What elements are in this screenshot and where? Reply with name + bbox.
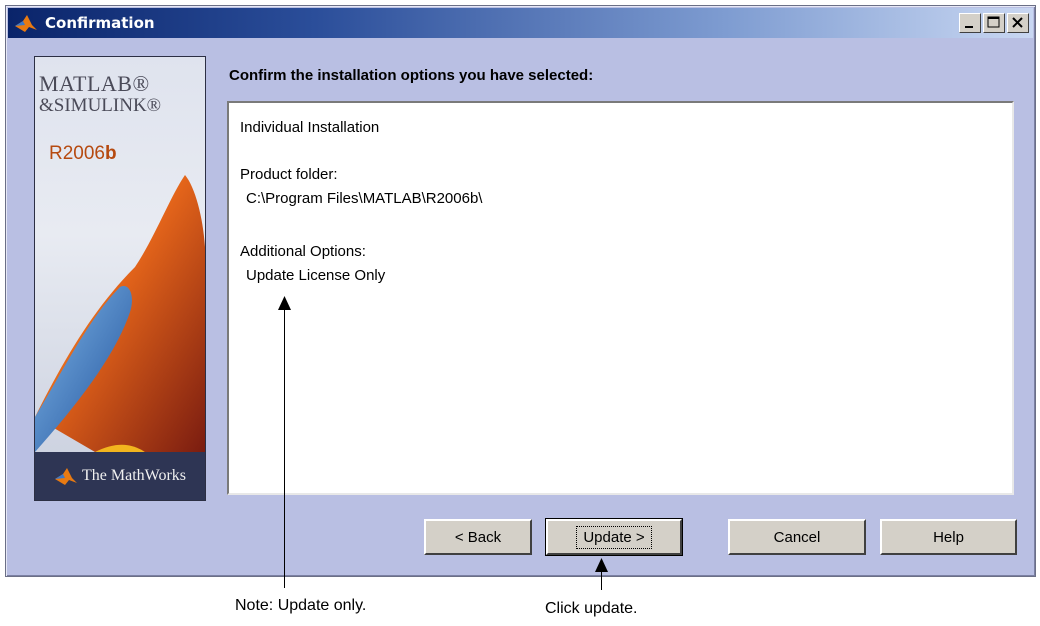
- note-arrow-line: [284, 303, 285, 588]
- note-update-only: Note: Update only.: [235, 597, 367, 614]
- click-arrow-head-icon: [595, 558, 608, 572]
- membrane-logo-graphic: [35, 175, 205, 467]
- update-button[interactable]: Update >: [545, 518, 683, 556]
- mathworks-footer: The MathWorks: [35, 452, 205, 500]
- mathworks-logo-icon: [54, 468, 77, 485]
- maximize-button[interactable]: [983, 13, 1005, 33]
- window-title: Confirmation: [45, 14, 155, 32]
- minimize-button[interactable]: [959, 13, 981, 33]
- product-folder-label: Product folder:: [240, 166, 338, 183]
- additional-options-value: Update License Only: [246, 267, 386, 284]
- back-button[interactable]: < Back: [424, 519, 532, 555]
- release-prefix: R2006: [49, 143, 105, 164]
- help-button[interactable]: Help: [880, 519, 1017, 555]
- install-type-text: Individual Installation: [240, 119, 380, 136]
- confirmation-window: Confirmation MATLAB® &SIMULINK® R2006b T…: [5, 5, 1036, 577]
- note-click-update: Click update.: [545, 600, 638, 617]
- close-icon: [1012, 17, 1023, 28]
- brand-matlab-text: MATLAB®: [39, 71, 150, 96]
- update-button-label: Update >: [576, 525, 652, 549]
- release-suffix: b: [105, 143, 117, 164]
- matlab-logo-icon: [15, 15, 37, 32]
- matlab-brand-panel: MATLAB® &SIMULINK® R2006b The MathWorks: [34, 56, 206, 501]
- brand-simulink-text: &SIMULINK®: [39, 95, 162, 116]
- title-bar[interactable]: Confirmation: [8, 8, 1033, 38]
- options-summary-box: Individual Installation Product folder: …: [227, 101, 1014, 495]
- maximize-icon: [987, 16, 1000, 28]
- close-button[interactable]: [1007, 13, 1029, 33]
- product-folder-value: C:\Program Files\MATLAB\R2006b\: [246, 190, 483, 207]
- additional-options-label: Additional Options:: [240, 243, 366, 260]
- note-arrow-head-icon: [278, 296, 291, 310]
- mathworks-label: The MathWorks: [81, 467, 187, 484]
- release-label: R2006b: [49, 143, 117, 165]
- minimize-icon: [965, 26, 973, 28]
- confirmation-heading: Confirm the installation options you hav…: [229, 67, 594, 84]
- cancel-button[interactable]: Cancel: [728, 519, 866, 555]
